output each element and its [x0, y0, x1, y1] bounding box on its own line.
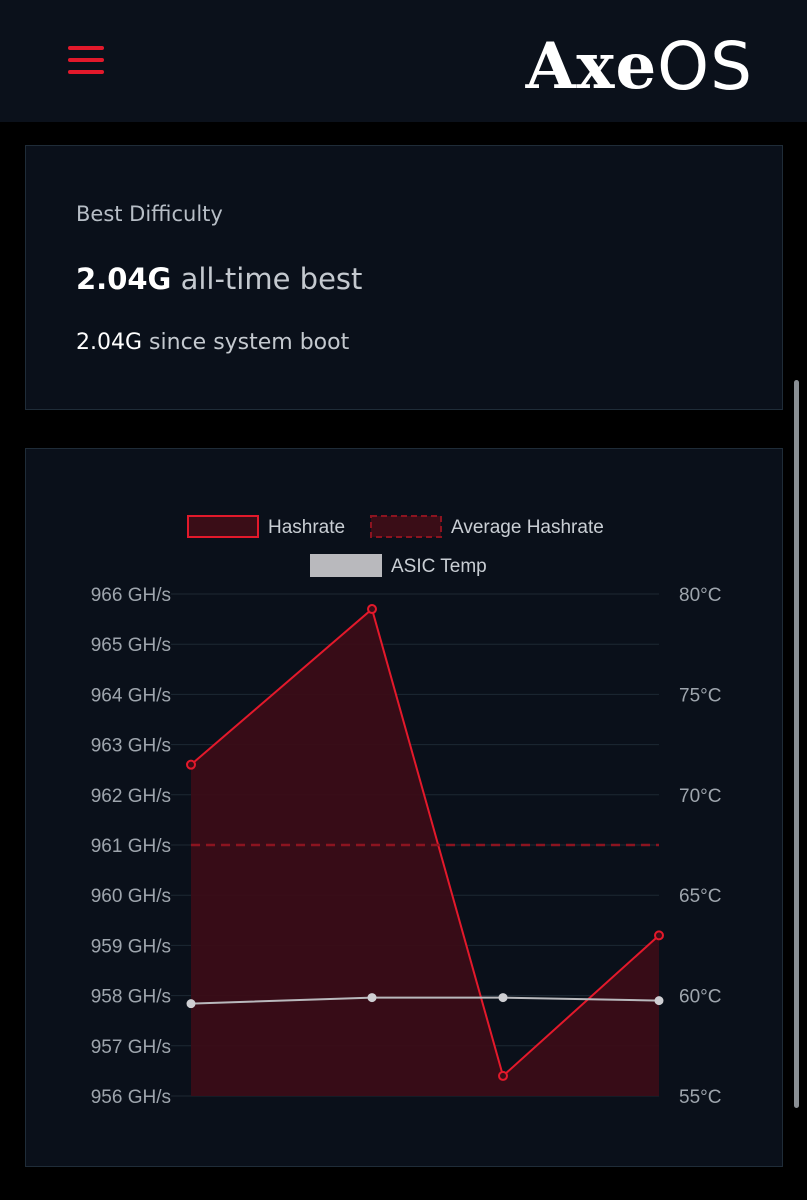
- hashrate-chart-card: Hashrate Average Hashrate ASIC Temp 966 …: [25, 448, 783, 1167]
- hashrate-area: [191, 609, 659, 1096]
- best-difficulty-title: Best Difficulty: [76, 202, 223, 226]
- legend-label-hashrate[interactable]: Hashrate: [268, 517, 345, 538]
- y-left-tick-label: 961 GH/s: [91, 836, 171, 857]
- since-boot-label: since system boot: [149, 330, 350, 355]
- hashrate-point: [654, 930, 664, 941]
- y-left-tick-label: 959 GH/s: [91, 936, 171, 957]
- hashrate-point: [498, 1070, 508, 1081]
- y-left-tick-label: 963 GH/s: [91, 736, 171, 757]
- hashrate-point: [186, 759, 196, 770]
- y-right-tick-label: 55°C: [679, 1087, 721, 1108]
- y-left-tick-label: 957 GH/s: [91, 1037, 171, 1058]
- all-time-best-line: 2.04G all-time best: [76, 262, 362, 296]
- asic-temp-point: [367, 993, 377, 1003]
- chart-series: [186, 604, 664, 1096]
- since-boot-line: 2.04G since system boot: [76, 330, 349, 355]
- legend-swatch-average-hashrate[interactable]: [370, 515, 442, 538]
- y-left-tick-label: 956 GH/s: [91, 1087, 171, 1108]
- all-time-best-value: 2.04G: [76, 262, 172, 296]
- y-left-tick-label: 962 GH/s: [91, 786, 171, 807]
- all-time-best-label: all-time best: [180, 262, 363, 296]
- y-axis-right: 80°C 75°C 70°C 65°C 60°C 55°C: [679, 585, 721, 1108]
- hashrate-point: [367, 604, 377, 615]
- best-difficulty-card: Best Difficulty 2.04G all-time best 2.04…: [25, 145, 783, 410]
- axeos-logo: Axe OS: [526, 18, 753, 114]
- hashrate-chart: Hashrate Average Hashrate ASIC Temp 966 …: [91, 515, 721, 1108]
- page-scrollbar[interactable]: [794, 380, 799, 1108]
- y-right-tick-label: 70°C: [679, 786, 721, 807]
- y-left-tick-label: 964 GH/s: [91, 685, 171, 706]
- y-left-tick-label: 966 GH/s: [91, 585, 171, 606]
- legend-swatch-asic-temp[interactable]: [310, 554, 382, 577]
- legend-label-average-hashrate[interactable]: Average Hashrate: [451, 517, 604, 538]
- asic-temp-point: [186, 999, 196, 1009]
- y-left-tick-label: 960 GH/s: [91, 886, 171, 907]
- y-axis-left: 966 GH/s 965 GH/s 964 GH/s 963 GH/s 962 GH/s…: [91, 585, 171, 1108]
- y-right-tick-label: 65°C: [679, 886, 721, 907]
- y-left-tick-label: 958 GH/s: [91, 987, 171, 1008]
- top-bar: Axe OS: [0, 0, 807, 122]
- asic-temp-point: [498, 993, 508, 1003]
- y-right-tick-label: 80°C: [679, 585, 721, 606]
- legend-label-asic-temp[interactable]: ASIC Temp: [391, 556, 487, 577]
- logo-text-os: OS: [657, 27, 753, 105]
- asic-temp-point: [654, 996, 664, 1006]
- since-boot-value: 2.04G: [76, 330, 143, 355]
- chart-legend: Hashrate Average Hashrate ASIC Temp: [187, 515, 604, 577]
- hamburger-menu-icon[interactable]: [62, 42, 110, 80]
- y-left-tick-label: 965 GH/s: [91, 635, 171, 656]
- logo-text-axe: Axe: [525, 28, 658, 104]
- y-right-tick-label: 60°C: [679, 987, 721, 1008]
- y-right-tick-label: 75°C: [679, 685, 721, 706]
- legend-swatch-hashrate[interactable]: [187, 515, 259, 538]
